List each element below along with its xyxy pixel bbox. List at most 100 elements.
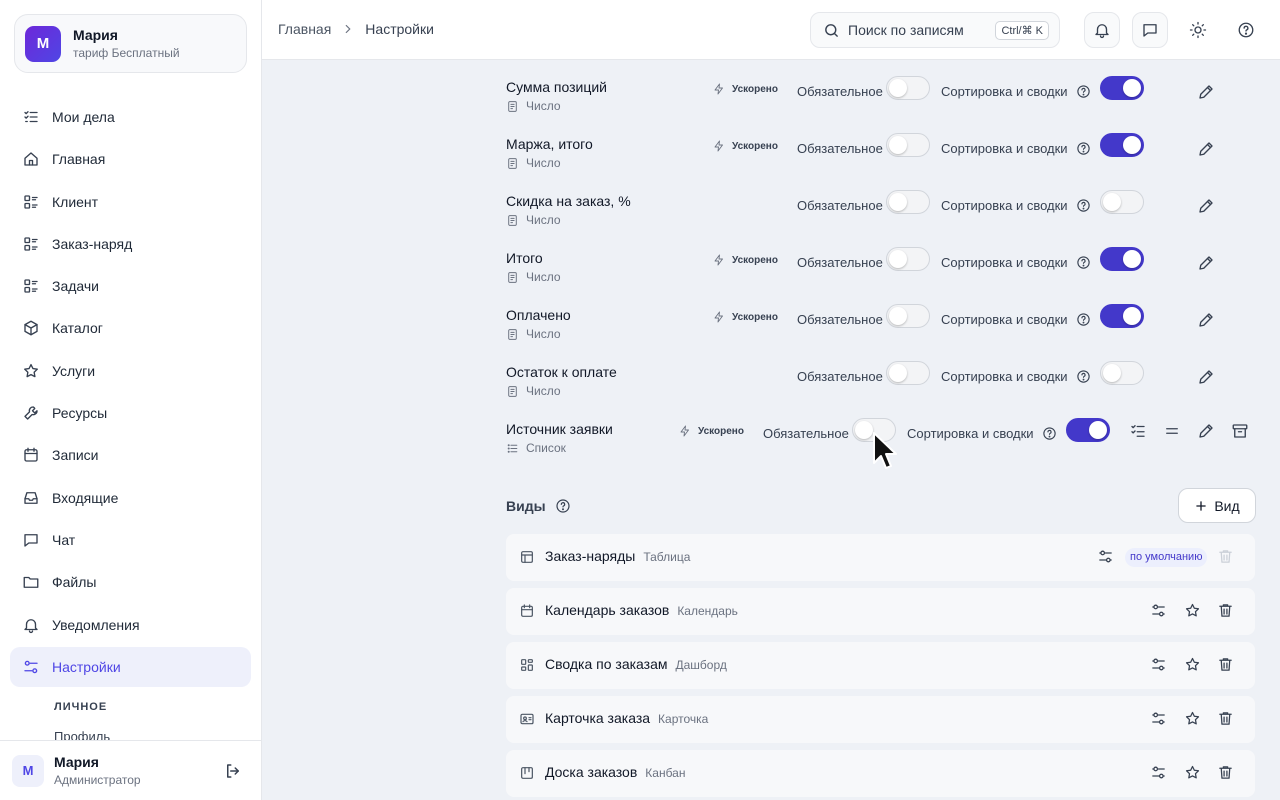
field-name: Итого (506, 250, 543, 266)
messages-button[interactable] (1132, 12, 1168, 48)
help-icon[interactable] (1076, 84, 1091, 99)
star-icon[interactable] (1184, 602, 1201, 619)
field-row: Сумма позиций Число Ускорено Обязательное Со… (506, 76, 1256, 129)
view-type: Карточка (658, 712, 709, 726)
trash-icon (1217, 548, 1234, 565)
breadcrumb-home[interactable]: Главная (278, 21, 331, 37)
required-toggle[interactable] (886, 190, 930, 214)
pencil-icon[interactable] (1197, 422, 1215, 440)
pencil-icon[interactable] (1197, 83, 1215, 101)
required-label: Обязательное (797, 84, 883, 99)
sorting-toggle[interactable] (1100, 190, 1144, 214)
equals-icon[interactable] (1163, 422, 1181, 440)
home-icon (22, 150, 40, 168)
help-icon[interactable] (1076, 312, 1091, 327)
required-toggle[interactable] (886, 304, 930, 328)
sorting-toggle[interactable] (1100, 76, 1144, 100)
filter-sliders-icon[interactable] (1097, 548, 1114, 565)
sorting-label: Сортировка и сводки (941, 255, 1068, 270)
required-toggle[interactable] (886, 76, 930, 100)
filter-sliders-icon[interactable] (1150, 710, 1167, 727)
pencil-icon[interactable] (1197, 254, 1215, 272)
archive-icon[interactable] (1231, 422, 1249, 440)
sidebar-item[interactable]: Главная (10, 139, 251, 179)
toggle-knob (1123, 307, 1141, 325)
sorting-toggle[interactable] (1100, 304, 1144, 328)
field-type-label: Число (526, 270, 561, 284)
view-type: Таблица (643, 550, 691, 564)
sidebar-item-label: Главная (52, 151, 106, 168)
field-type: Число (506, 384, 561, 398)
help-icon[interactable] (1076, 141, 1091, 156)
filter-sliders-icon[interactable] (1150, 764, 1167, 781)
sorting-toggle[interactable] (1066, 418, 1110, 442)
sorting-label: Сортировка и сводки (941, 84, 1068, 99)
sidebar-item-label: Входящие (52, 489, 119, 506)
sidebar-item[interactable]: Мои дела (10, 97, 251, 137)
star-icon[interactable] (1184, 656, 1201, 673)
help-icon[interactable] (1076, 255, 1091, 270)
filter-sliders-icon[interactable] (1150, 602, 1167, 619)
sidebar-item[interactable]: Уведомления (10, 605, 251, 645)
pencil-icon[interactable] (1197, 311, 1215, 329)
sorting-toggle[interactable] (1100, 247, 1144, 271)
sidebar-nav: Мои дела Главная Клиент Заказ-наряд Задачи Ка… (10, 97, 251, 689)
help-icon[interactable] (1042, 426, 1057, 441)
account-switcher[interactable]: М Мария тариф Бесплатный (14, 14, 247, 73)
sidebar-item[interactable]: Файлы (10, 562, 251, 602)
search-input[interactable]: Поиск по записям Ctrl/⌘ K (810, 12, 1060, 48)
star-icon[interactable] (1184, 764, 1201, 781)
account-name: Мария (73, 27, 118, 43)
trash-icon[interactable] (1217, 656, 1234, 673)
pencil-icon[interactable] (1197, 368, 1215, 386)
theme-toggle-button[interactable] (1180, 12, 1216, 48)
star-icon[interactable] (1184, 710, 1201, 727)
view-name-text: Карточка заказа (545, 710, 651, 726)
sidebar-item[interactable]: Записи (10, 435, 251, 475)
checklist-icon[interactable] (1129, 422, 1147, 440)
view-row[interactable]: Календарь заказов Календарь (506, 588, 1255, 635)
view-row[interactable]: Заказ-наряды Таблица по умолчанию (506, 534, 1255, 581)
sidebar-item[interactable]: Ресурсы (10, 393, 251, 433)
help-icon[interactable] (1076, 369, 1091, 384)
sidebar-item[interactable]: Заказ-наряд (10, 224, 251, 264)
view-row[interactable]: Карточка заказа Карточка (506, 696, 1255, 743)
trash-icon[interactable] (1217, 764, 1234, 781)
help-button[interactable] (1228, 12, 1264, 48)
user-footer: М Мария Администратор (0, 740, 261, 800)
trash-icon[interactable] (1217, 602, 1234, 619)
filter-sliders-icon[interactable] (1150, 656, 1167, 673)
required-label: Обязательное (763, 426, 849, 441)
add-view-button[interactable]: Вид (1178, 488, 1256, 523)
pencil-icon[interactable] (1197, 197, 1215, 215)
required-toggle[interactable] (886, 361, 930, 385)
view-row[interactable]: Сводка по заказам Дашборд (506, 642, 1255, 689)
sidebar-item[interactable]: Клиент (10, 182, 251, 222)
sidebar-item[interactable]: Услуги (10, 351, 251, 391)
help-icon[interactable] (1076, 198, 1091, 213)
field-type: Список (506, 441, 566, 455)
notifications-button[interactable] (1084, 12, 1120, 48)
required-toggle[interactable] (886, 247, 930, 271)
required-label: Обязательное (797, 312, 883, 327)
view-row[interactable]: Доска заказов Канбан (506, 750, 1255, 797)
card-icon (519, 711, 535, 727)
sorting-toggle[interactable] (1100, 361, 1144, 385)
sidebar-item[interactable]: Каталог (10, 308, 251, 348)
calendar-icon (22, 446, 40, 464)
trash-icon[interactable] (1217, 710, 1234, 727)
pencil-icon[interactable] (1197, 140, 1215, 158)
sorting-toggle[interactable] (1100, 133, 1144, 157)
logout-icon[interactable] (224, 762, 242, 780)
sidebar-item[interactable]: Входящие (10, 478, 251, 518)
field-type-label: Число (526, 327, 561, 341)
view-name-text: Доска заказов (545, 764, 638, 780)
sidebar-item-label: Записи (52, 447, 99, 464)
sorting-label: Сортировка и сводки (941, 198, 1068, 213)
sidebar-item[interactable]: Задачи (10, 266, 251, 306)
toggle-knob (889, 136, 907, 154)
sidebar-item[interactable]: Настройки (10, 646, 251, 687)
sidebar-item[interactable]: Чат (10, 520, 251, 560)
required-toggle[interactable] (886, 133, 930, 157)
help-icon[interactable] (555, 498, 571, 514)
